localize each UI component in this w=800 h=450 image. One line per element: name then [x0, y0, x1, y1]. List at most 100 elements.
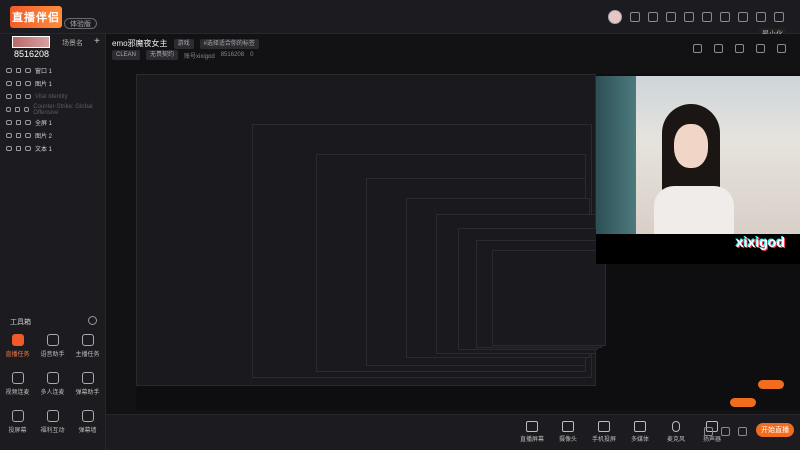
scene-name[interactable]: 场景名	[62, 38, 83, 48]
bottom-right-icons	[704, 427, 747, 436]
eye-icon[interactable]	[6, 146, 12, 151]
layer-item[interactable]: 全屏 1	[0, 116, 106, 129]
group-icon	[46, 372, 59, 384]
lock-icon[interactable]	[16, 146, 21, 151]
task-icon	[11, 334, 24, 346]
layer-label: Counter-Strike: Global Offensive	[33, 103, 93, 116]
preview-tools	[693, 44, 786, 53]
layer-item[interactable]: 文本 1	[0, 142, 106, 155]
scene-id: 8516208	[14, 49, 50, 59]
layer-item[interactable]: Counter-Strike: Global Offensive	[0, 103, 106, 116]
eye-icon[interactable]	[6, 81, 12, 86]
headset-icon[interactable]	[630, 12, 640, 22]
layer-label: 文本 1	[35, 147, 53, 153]
toolbox-grid: 直播任务 语音助手 主播任务 视频连麦 多人连麦 弹幕助手 投屏幕 福利互动 弹…	[0, 334, 106, 434]
image-icon	[25, 81, 31, 86]
image-icon	[25, 133, 31, 138]
bell-icon[interactable]	[756, 44, 765, 53]
lock-icon[interactable]	[16, 120, 21, 125]
play-icon	[634, 421, 646, 432]
close-icon[interactable]	[774, 12, 784, 22]
tool-live-task[interactable]: 直播任务	[0, 334, 35, 358]
layer-label: 窗口 1	[35, 69, 53, 75]
layer-item[interactable]: 窗口 1	[0, 64, 106, 77]
lock-icon[interactable]	[16, 94, 21, 99]
category-chip[interactable]: 游戏	[173, 38, 194, 49]
app-logo: 直播伴侣	[10, 6, 62, 28]
menu-icon[interactable]	[720, 12, 730, 22]
microphone-button[interactable]: 麦克风	[664, 421, 688, 443]
eye-icon[interactable]	[6, 68, 12, 73]
add-scene-button[interactable]: +	[94, 36, 100, 47]
tiktok-watermark: xixigod	[736, 234, 786, 250]
settings-icon[interactable]	[684, 12, 694, 22]
tool-benefit[interactable]: 福利互动	[35, 410, 70, 434]
window-icon	[25, 68, 31, 73]
share-icon[interactable]	[777, 44, 786, 53]
text-icon	[25, 146, 31, 151]
landscape-icon[interactable]	[714, 44, 723, 53]
eye-icon[interactable]	[721, 427, 730, 436]
layout-icon[interactable]	[693, 44, 702, 53]
top-bar: 直播伴侣 体验版 最小化	[0, 0, 800, 40]
source-buttons: 直播屏幕 摄像头 手机投屏 多媒体 麦克风 扬声器	[520, 421, 724, 443]
maximize-icon[interactable]	[756, 12, 766, 22]
preview-canvas[interactable]: xixigod	[136, 74, 800, 410]
minimize-icon[interactable]	[738, 12, 748, 22]
phone-cast-button[interactable]: 手机投屏	[592, 421, 616, 443]
record-icon[interactable]	[735, 44, 744, 53]
lock-icon[interactable]	[16, 133, 21, 138]
layer-label: 图片 2	[35, 134, 53, 140]
tool-multi-link[interactable]: 多人连麦	[35, 372, 70, 396]
tool-voice-assistant[interactable]: 语音助手	[35, 334, 70, 358]
lock-icon[interactable]	[16, 81, 21, 86]
settings-icon[interactable]	[738, 427, 747, 436]
window-controls	[608, 10, 784, 24]
tool-screen-cast[interactable]: 投屏幕	[0, 410, 35, 434]
live-screen-button[interactable]: 直播屏幕	[520, 421, 544, 443]
clean-chip[interactable]: CLEAN	[112, 50, 141, 60]
eye-icon[interactable]	[6, 133, 12, 138]
person-body	[654, 186, 734, 236]
lock-icon[interactable]	[15, 107, 20, 112]
nested-start-button	[730, 398, 756, 407]
eye-icon[interactable]	[6, 107, 12, 112]
user-avatar[interactable]	[608, 10, 622, 24]
beta-badge[interactable]: 体验版	[64, 18, 97, 29]
game-chip[interactable]: 无畏契约	[146, 50, 179, 60]
message-icon[interactable]	[666, 12, 676, 22]
camera-button[interactable]: 摄像头	[556, 421, 580, 443]
start-live-button[interactable]: 开始直播	[756, 423, 794, 437]
stream-meta-row: CLEAN 无畏契约 账号xixigod 8516208 0	[112, 50, 253, 60]
wall-icon	[81, 410, 94, 422]
tool-video-link[interactable]: 视频连麦	[0, 372, 35, 396]
stream-title[interactable]: emo邪魔夜女主	[112, 38, 168, 49]
eye-icon[interactable]	[6, 120, 12, 125]
person-face	[674, 124, 708, 168]
tool-danmaku-wall[interactable]: 弹幕墙	[70, 410, 105, 434]
video-link-icon	[11, 372, 24, 384]
scene-thumbnail[interactable]	[12, 36, 50, 48]
chat-icon	[81, 372, 94, 384]
calendar-icon	[81, 334, 94, 346]
tag-chip[interactable]: #选择适合你的标签	[199, 38, 259, 49]
skin-icon[interactable]	[702, 12, 712, 22]
media-button[interactable]: 多媒体	[628, 421, 652, 443]
window-icon	[25, 94, 31, 99]
tool-host-task[interactable]: 主播任务	[70, 334, 105, 358]
eye-icon[interactable]	[6, 94, 12, 99]
cast-icon	[11, 410, 24, 422]
microphone-icon	[672, 421, 680, 432]
screen-icon[interactable]	[648, 12, 658, 22]
layer-item[interactable]: Vital Identity	[0, 90, 106, 103]
layer-list: 窗口 1 图片 1 Vital Identity Counter-Strike:…	[0, 64, 106, 155]
layer-item[interactable]: 图片 1	[0, 77, 106, 90]
refresh-icon[interactable]	[88, 316, 97, 325]
nested-start-button	[758, 380, 784, 389]
tool-danmaku-helper[interactable]: 弹幕助手	[70, 372, 105, 396]
layer-label: 全屏 1	[35, 121, 53, 127]
lock-icon[interactable]	[16, 68, 21, 73]
record-icon[interactable]	[704, 427, 713, 436]
layer-label: Vital Identity	[35, 93, 68, 100]
layer-item[interactable]: 图片 2	[0, 129, 106, 142]
